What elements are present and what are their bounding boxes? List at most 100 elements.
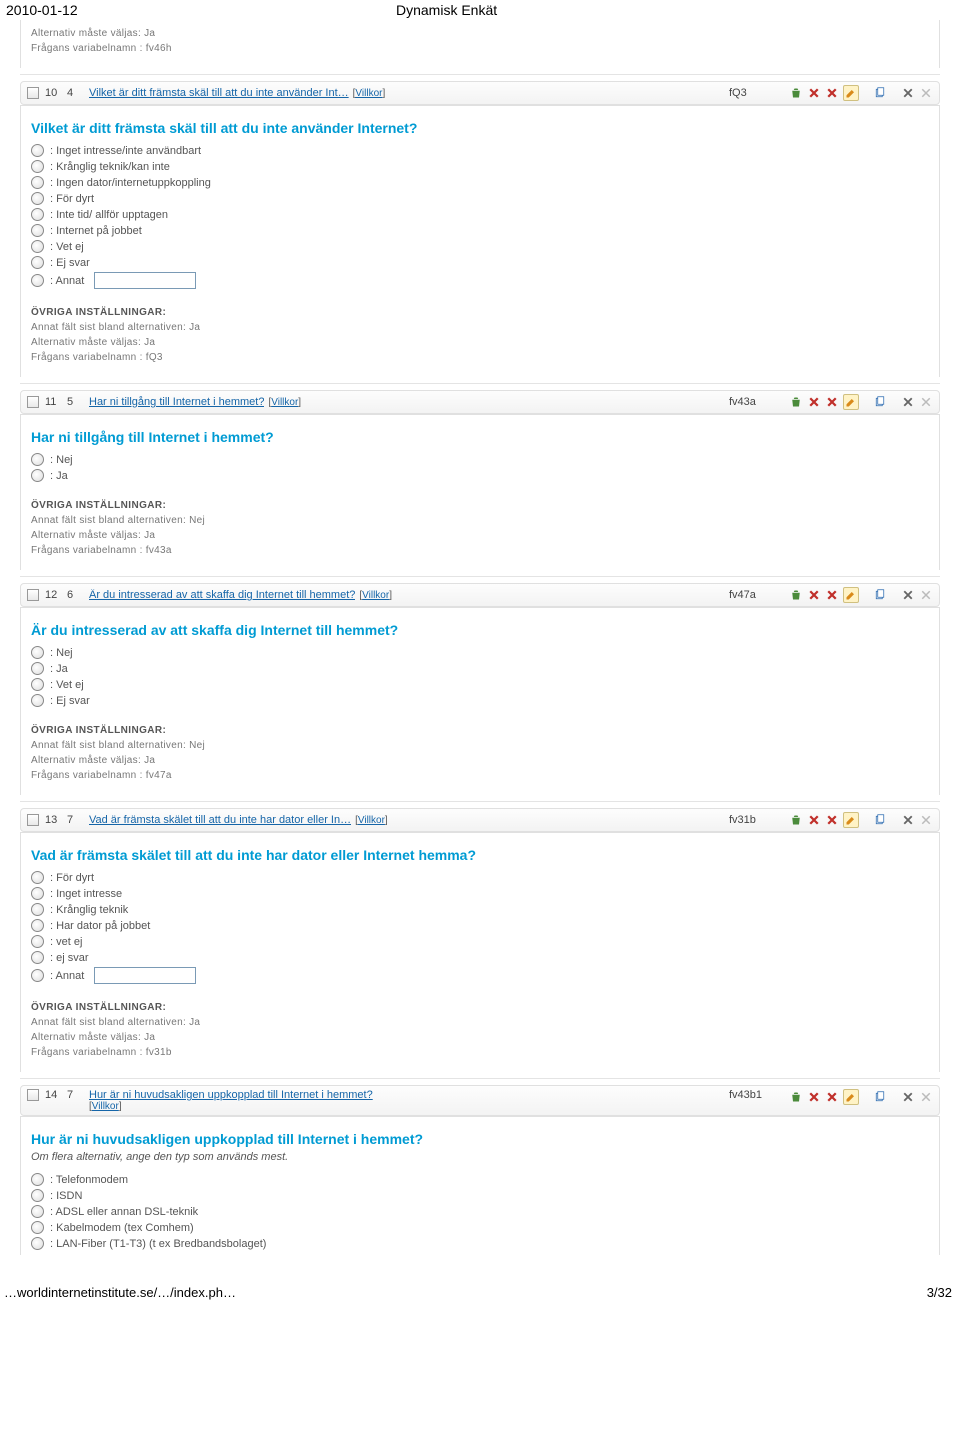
- radio-icon[interactable]: [31, 274, 44, 287]
- option-row[interactable]: Ja: [31, 662, 929, 675]
- option-row[interactable]: Ej svar: [31, 694, 929, 707]
- close-icon[interactable]: [825, 813, 839, 827]
- radio-icon[interactable]: [31, 903, 44, 916]
- option-row[interactable]: Vet ej: [31, 678, 929, 691]
- option-row[interactable]: Ja: [31, 469, 929, 482]
- option-row[interactable]: vet ej: [31, 935, 929, 948]
- radio-icon[interactable]: [31, 160, 44, 173]
- close-icon[interactable]: [825, 395, 839, 409]
- close-icon[interactable]: [825, 588, 839, 602]
- close-icon[interactable]: [807, 86, 821, 100]
- edit-icon[interactable]: [843, 85, 859, 101]
- radio-icon[interactable]: [31, 469, 44, 482]
- question-link[interactable]: Har ni tillgång till Internet i hemmet?: [89, 396, 264, 408]
- delete-icon[interactable]: [901, 1090, 915, 1104]
- option-row[interactable]: Telefonmodem: [31, 1173, 929, 1186]
- option-row[interactable]: Internet på jobbet: [31, 224, 929, 237]
- radio-icon[interactable]: [31, 1189, 44, 1202]
- radio-icon[interactable]: [31, 969, 44, 982]
- radio-icon[interactable]: [31, 871, 44, 884]
- close-icon[interactable]: [807, 395, 821, 409]
- other-input[interactable]: [94, 272, 196, 289]
- radio-icon[interactable]: [31, 646, 44, 659]
- radio-icon[interactable]: [31, 144, 44, 157]
- option-row[interactable]: Ingen dator/internetuppkoppling: [31, 176, 929, 189]
- collapse-toggle-icon[interactable]: [27, 589, 39, 601]
- option-row[interactable]: Vet ej: [31, 240, 929, 253]
- radio-icon[interactable]: [31, 662, 44, 675]
- delete-icon[interactable]: [901, 395, 915, 409]
- edit-icon[interactable]: [843, 394, 859, 410]
- radio-icon[interactable]: [31, 256, 44, 269]
- edit-icon[interactable]: [843, 812, 859, 828]
- option-row[interactable]: LAN-Fiber (T1-T3) (t ex Bredbandsbolaget…: [31, 1237, 929, 1250]
- copy-icon[interactable]: [873, 813, 887, 827]
- question-link[interactable]: Är du intresserad av att skaffa dig Inte…: [89, 589, 355, 601]
- close-icon[interactable]: [807, 813, 821, 827]
- trash-icon[interactable]: [789, 1090, 803, 1104]
- conditions-link[interactable]: Villkor: [268, 397, 301, 408]
- collapse-toggle-icon[interactable]: [27, 87, 39, 99]
- radio-icon[interactable]: [31, 453, 44, 466]
- delete-icon[interactable]: [901, 86, 915, 100]
- option-row[interactable]: ISDN: [31, 1189, 929, 1202]
- option-row[interactable]: Ej svar: [31, 256, 929, 269]
- close-icon[interactable]: [807, 588, 821, 602]
- collapse-toggle-icon[interactable]: [27, 814, 39, 826]
- radio-icon[interactable]: [31, 240, 44, 253]
- delete-icon[interactable]: [901, 813, 915, 827]
- radio-icon[interactable]: [31, 176, 44, 189]
- radio-icon[interactable]: [31, 935, 44, 948]
- question-link[interactable]: Vad är främsta skälet till att du inte h…: [89, 814, 351, 826]
- option-row[interactable]: Krånglig teknik: [31, 903, 929, 916]
- radio-icon[interactable]: [31, 678, 44, 691]
- radio-icon[interactable]: [31, 1221, 44, 1234]
- option-row[interactable]: Annat: [31, 967, 929, 984]
- option-row[interactable]: För dyrt: [31, 192, 929, 205]
- conditions-link[interactable]: Villkor: [359, 590, 392, 601]
- option-row[interactable]: Har dator på jobbet: [31, 919, 929, 932]
- conditions-link[interactable]: Villkor: [89, 1101, 122, 1112]
- option-row[interactable]: För dyrt: [31, 871, 929, 884]
- close-icon[interactable]: [825, 1090, 839, 1104]
- copy-icon[interactable]: [873, 588, 887, 602]
- option-row[interactable]: Inget intresse/inte användbart: [31, 144, 929, 157]
- close-icon[interactable]: [807, 1090, 821, 1104]
- other-input[interactable]: [94, 967, 196, 984]
- option-row[interactable]: Nej: [31, 646, 929, 659]
- radio-icon[interactable]: [31, 192, 44, 205]
- question-link[interactable]: Hur är ni huvudsakligen uppkopplad till …: [89, 1089, 373, 1101]
- radio-icon[interactable]: [31, 887, 44, 900]
- collapse-toggle-icon[interactable]: [27, 1089, 39, 1101]
- copy-icon[interactable]: [873, 86, 887, 100]
- trash-icon[interactable]: [789, 813, 803, 827]
- option-row[interactable]: ADSL eller annan DSL-teknik: [31, 1205, 929, 1218]
- radio-icon[interactable]: [31, 224, 44, 237]
- radio-icon[interactable]: [31, 694, 44, 707]
- trash-icon[interactable]: [789, 86, 803, 100]
- option-row[interactable]: Inte tid/ allför upptagen: [31, 208, 929, 221]
- question-link[interactable]: Vilket är ditt främsta skäl till att du …: [89, 87, 349, 99]
- radio-icon[interactable]: [31, 1237, 44, 1250]
- trash-icon[interactable]: [789, 395, 803, 409]
- trash-icon[interactable]: [789, 588, 803, 602]
- option-row[interactable]: ej svar: [31, 951, 929, 964]
- option-row[interactable]: Annat: [31, 272, 929, 289]
- collapse-toggle-icon[interactable]: [27, 396, 39, 408]
- radio-icon[interactable]: [31, 208, 44, 221]
- delete-icon[interactable]: [901, 588, 915, 602]
- option-row[interactable]: Nej: [31, 453, 929, 466]
- conditions-link[interactable]: Villkor: [355, 815, 388, 826]
- radio-icon[interactable]: [31, 919, 44, 932]
- copy-icon[interactable]: [873, 395, 887, 409]
- close-icon[interactable]: [825, 86, 839, 100]
- radio-icon[interactable]: [31, 1205, 44, 1218]
- radio-icon[interactable]: [31, 1173, 44, 1186]
- edit-icon[interactable]: [843, 587, 859, 603]
- radio-icon[interactable]: [31, 951, 44, 964]
- conditions-link[interactable]: Villkor: [353, 88, 386, 99]
- edit-icon[interactable]: [843, 1089, 859, 1105]
- option-row[interactable]: Kabelmodem (tex Comhem): [31, 1221, 929, 1234]
- copy-icon[interactable]: [873, 1090, 887, 1104]
- option-row[interactable]: Krånglig teknik/kan inte: [31, 160, 929, 173]
